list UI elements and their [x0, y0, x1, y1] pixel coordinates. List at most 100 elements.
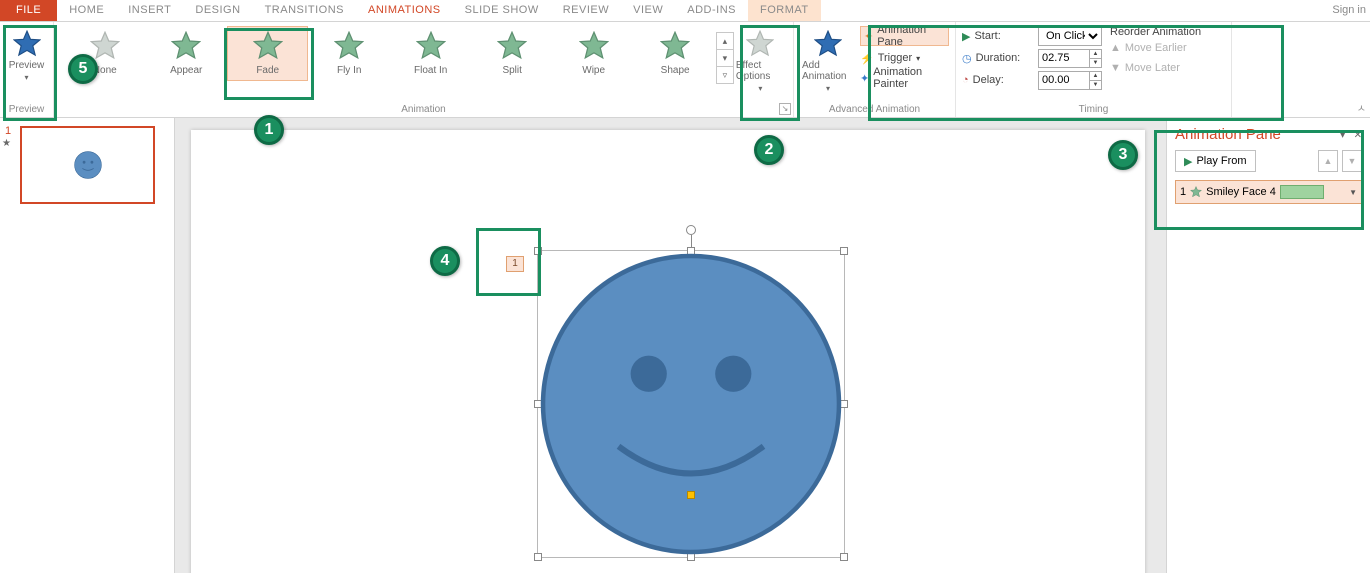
anim-label: Shape: [661, 65, 690, 76]
duration-up[interactable]: ▲: [1089, 50, 1101, 59]
dropdown-icon: ▾: [916, 54, 920, 63]
smiley-face-shape[interactable]: [540, 253, 842, 555]
anim-label: Fade: [256, 65, 279, 76]
tab-file[interactable]: FILE: [0, 0, 57, 21]
play-from-label: Play From: [1196, 155, 1246, 167]
animation-painter-button[interactable]: ✦ Animation Painter: [860, 68, 949, 88]
delay-up[interactable]: ▲: [1089, 72, 1101, 81]
gallery-scroll-up[interactable]: ▴: [716, 32, 734, 50]
move-earlier-button[interactable]: ▲ Move Earlier: [1110, 38, 1225, 58]
animation-pane-label: Animation Pane: [877, 24, 945, 48]
trigger-button[interactable]: ⚡ Trigger ▾: [860, 48, 949, 68]
anim-fade[interactable]: Fade: [227, 26, 308, 81]
gallery-scroll-down[interactable]: ▾: [716, 49, 734, 67]
anim-flyin[interactable]: Fly In: [308, 26, 389, 81]
pane-item-index: 1: [1180, 186, 1186, 198]
duration-label: Duration:: [976, 52, 1034, 64]
pane-move-up[interactable]: ▲: [1318, 150, 1338, 172]
adjustment-handle[interactable]: [687, 491, 695, 499]
tab-transitions[interactable]: TRANSITIONS: [253, 0, 356, 21]
ribbon-tabs: FILE HOME INSERT DESIGN TRANSITIONS ANIM…: [0, 0, 1370, 22]
delay-label: Delay:: [973, 74, 1034, 86]
anim-label: Float In: [414, 65, 447, 76]
add-animation-button[interactable]: Add Animation ▾: [800, 26, 856, 103]
dropdown-icon: ▾: [24, 73, 28, 82]
painter-icon: ✦: [860, 72, 869, 85]
tab-slideshow[interactable]: SLIDE SHOW: [453, 0, 551, 21]
preview-button[interactable]: Preview ▾: [6, 26, 47, 86]
pane-close-icon[interactable]: ✕: [1354, 130, 1362, 141]
tab-format[interactable]: FORMAT: [748, 0, 821, 21]
down-arrow-icon: ▼: [1110, 62, 1121, 74]
tab-home[interactable]: HOME: [57, 0, 116, 21]
sign-in-link[interactable]: Sign in: [1332, 4, 1366, 16]
reorder-header: Reorder Animation: [1110, 26, 1225, 38]
pane-item-timeline-bar[interactable]: [1280, 185, 1324, 199]
anim-wipe[interactable]: Wipe: [553, 26, 634, 81]
callout-badge-1: 1: [254, 115, 284, 145]
dropdown-icon: ▾: [826, 84, 830, 93]
pane-item-name: Smiley Face 4: [1206, 186, 1276, 198]
trigger-icon: ⚡: [860, 52, 874, 65]
animation-pane-button[interactable]: ✦ Animation Pane: [860, 26, 949, 46]
rotation-handle[interactable]: [686, 225, 696, 235]
tab-design[interactable]: DESIGN: [183, 0, 252, 21]
body: 1 ★ 1: [0, 118, 1370, 573]
group-title-preview: Preview: [0, 104, 53, 115]
group-title-animation: Animation: [54, 104, 793, 115]
animation-gallery: None Appear Fade Fly In Float In Split: [60, 26, 787, 97]
slide[interactable]: 1: [191, 130, 1145, 573]
play-from-button[interactable]: ▶ Play From: [1175, 150, 1256, 172]
effect-options-button[interactable]: Effect Options ▾: [734, 26, 787, 97]
effect-options-label: Effect Options: [736, 60, 785, 82]
tab-animations[interactable]: ANIMATIONS: [356, 0, 453, 21]
preview-label: Preview: [9, 60, 45, 71]
start-label: Start:: [974, 30, 1034, 42]
callout-badge-2: 2: [754, 135, 784, 165]
anim-appear[interactable]: Appear: [145, 26, 226, 81]
anim-shape[interactable]: Shape: [634, 26, 715, 81]
rotation-line: [691, 235, 692, 247]
move-later-button[interactable]: ▼ Move Later: [1110, 58, 1225, 78]
duration-down[interactable]: ▼: [1089, 59, 1101, 67]
trigger-label: Trigger: [878, 52, 912, 64]
pane-item-dropdown-icon[interactable]: ▼: [1349, 188, 1357, 197]
animation-pane-title: Animation Pane: [1175, 126, 1281, 143]
anim-label: Wipe: [582, 65, 605, 76]
group-animation: None Appear Fade Fly In Float In Split: [54, 22, 794, 117]
tab-insert[interactable]: INSERT: [116, 0, 183, 21]
group-preview: Preview ▾ Preview: [0, 22, 54, 117]
slide-canvas-area: 1: [175, 118, 1166, 573]
anim-split[interactable]: Split: [471, 26, 552, 81]
anim-floatin[interactable]: Float In: [390, 26, 471, 81]
painter-label: Animation Painter: [873, 66, 949, 90]
move-later-label: Move Later: [1125, 62, 1180, 74]
play-icon: ▶: [962, 30, 970, 43]
slide-thumbnail-1[interactable]: [20, 126, 155, 204]
pane-menu-icon[interactable]: ▾: [1340, 130, 1345, 141]
add-animation-label: Add Animation: [802, 60, 854, 82]
callout-badge-3: 3: [1108, 140, 1138, 170]
dropdown-icon: ▾: [758, 84, 762, 93]
tab-view[interactable]: VIEW: [621, 0, 675, 21]
thumbnail-animation-icon: ★: [2, 138, 11, 149]
tab-addins[interactable]: ADD-INS: [675, 0, 748, 21]
tab-review[interactable]: REVIEW: [551, 0, 621, 21]
start-select[interactable]: On Click: [1038, 27, 1102, 46]
thumbnail-smiley-icon: [74, 151, 102, 179]
animation-pane-item-1[interactable]: 1 Smiley Face 4 ▼: [1175, 180, 1362, 204]
selected-shape-bounds[interactable]: [537, 250, 845, 558]
clock-icon: ◷: [962, 52, 972, 65]
ribbon-collapse-button[interactable]: ㅅ: [1357, 100, 1366, 115]
group-title-advanced: Advanced Animation: [794, 104, 955, 115]
animation-order-tag[interactable]: 1: [506, 256, 524, 272]
play-icon: ▶: [1184, 155, 1192, 168]
anim-label: Split: [502, 65, 521, 76]
pane-icon: ✦: [864, 30, 873, 43]
delay-down[interactable]: ▼: [1089, 81, 1101, 89]
gallery-scroll: ▴ ▾ ▿: [716, 32, 734, 83]
animation-dialog-launcher[interactable]: ↘: [779, 103, 791, 115]
pane-move-down[interactable]: ▼: [1342, 150, 1362, 172]
thumbnail-panel: 1 ★: [0, 118, 175, 573]
gallery-more[interactable]: ▿: [716, 66, 734, 84]
